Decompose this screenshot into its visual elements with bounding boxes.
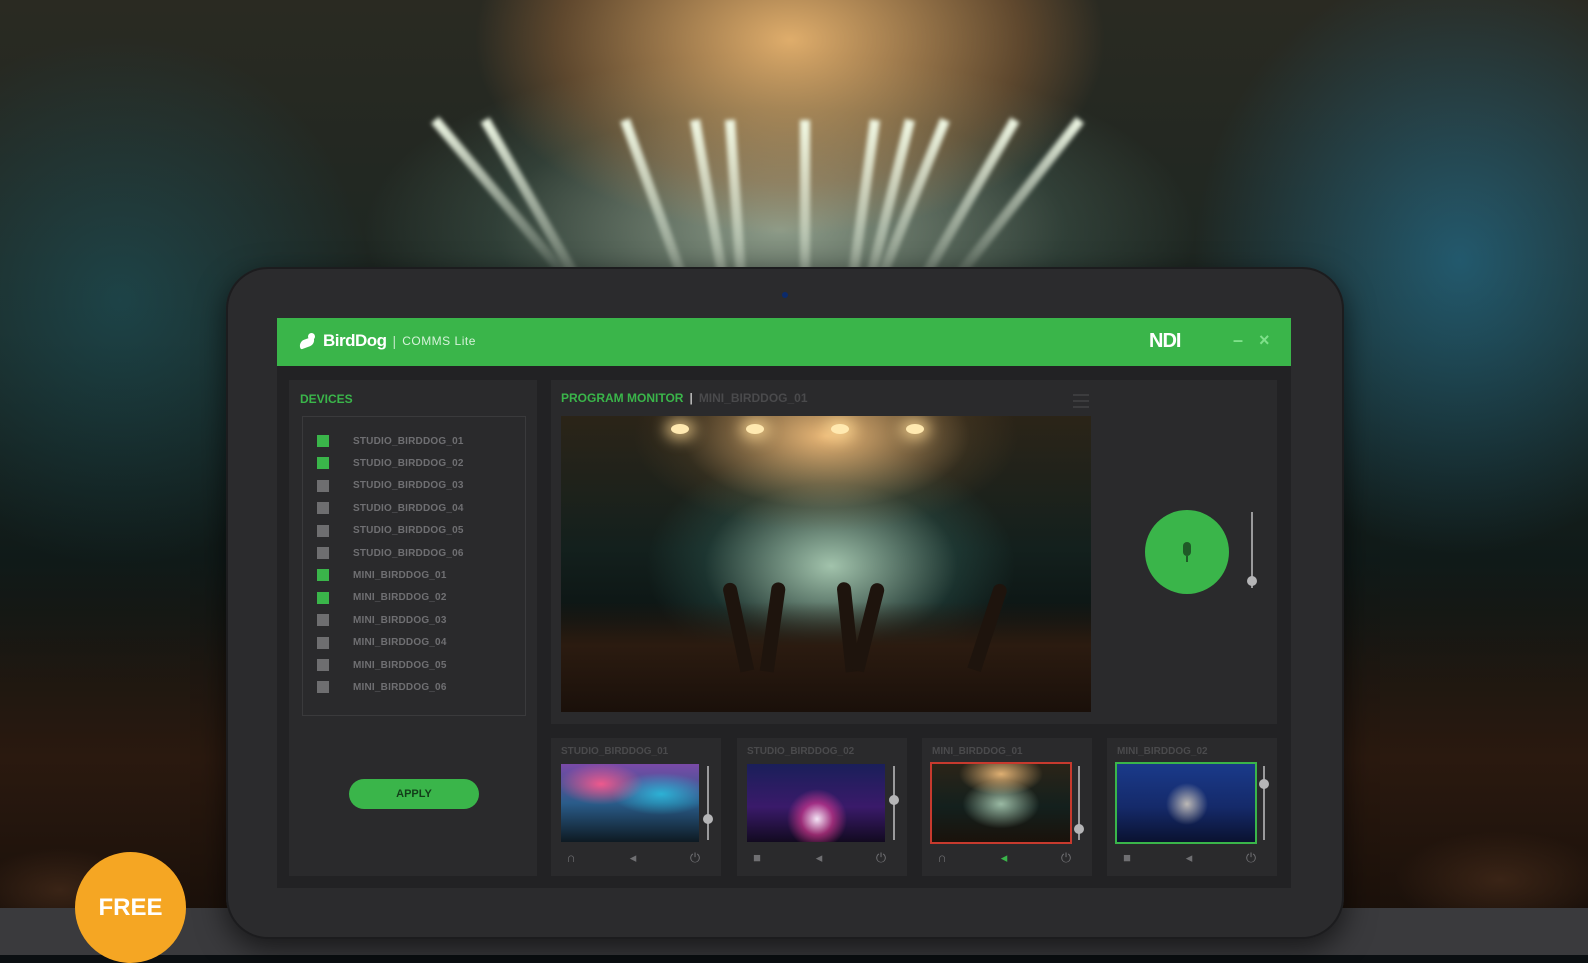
program-monitor-panel: PROGRAM MONITOR | MINI_BIRDDOG_01 bbox=[551, 380, 1277, 724]
device-checkbox[interactable] bbox=[317, 681, 329, 694]
source-controls: ∩ ◂ ⏻ bbox=[932, 850, 1076, 866]
speaker-icon[interactable]: ◂ bbox=[809, 850, 829, 866]
brand-name: BirdDog bbox=[323, 331, 387, 350]
power-icon[interactable]: ⏻ bbox=[1056, 850, 1076, 866]
devices-panel: DEVICES STUDIO_BIRDDOG_01 STUDIO_BIRDDOG_… bbox=[289, 380, 537, 876]
source-card[interactable]: STUDIO_BIRDDOG_01 ∩ ◂ ⏻ bbox=[551, 738, 721, 876]
source-thumbnail[interactable] bbox=[930, 762, 1072, 844]
device-row[interactable]: MINI_BIRDDOG_05 bbox=[317, 655, 447, 675]
device-label: MINI_BIRDDOG_03 bbox=[353, 614, 447, 626]
device-label: MINI_BIRDDOG_02 bbox=[353, 592, 447, 604]
minimize-button[interactable]: – bbox=[1233, 330, 1243, 351]
source-volume-knob[interactable] bbox=[1074, 823, 1084, 834]
power-icon[interactable]: ⏻ bbox=[871, 850, 891, 866]
device-label: MINI_BIRDDOG_06 bbox=[353, 681, 447, 693]
source-name: STUDIO_BIRDDOG_01 bbox=[561, 746, 669, 757]
source-thumbnail[interactable] bbox=[1115, 762, 1257, 844]
tablet-device: BirdDog | COMMS Lite NDI – × DEVICES STU… bbox=[226, 267, 1344, 939]
device-row[interactable]: STUDIO_BIRDDOG_03 bbox=[317, 476, 464, 496]
device-row[interactable]: STUDIO_BIRDDOG_05 bbox=[317, 521, 464, 541]
title-separator: | bbox=[392, 333, 397, 349]
source-volume-knob[interactable] bbox=[889, 794, 899, 805]
source-name: STUDIO_BIRDDOG_02 bbox=[747, 746, 855, 757]
device-row[interactable]: MINI_BIRDDOG_06 bbox=[317, 677, 447, 697]
source-thumbnail[interactable] bbox=[561, 764, 699, 842]
device-checkbox[interactable] bbox=[317, 502, 329, 515]
free-badge: FREE bbox=[75, 852, 186, 963]
source-name: MINI_BIRDDOG_01 bbox=[932, 746, 1023, 757]
source-controls: ■ ◂ ⏻ bbox=[1117, 850, 1261, 866]
device-checkbox[interactable] bbox=[317, 479, 329, 492]
source-card[interactable]: MINI_BIRDDOG_02 ■ ◂ ⏻ bbox=[1107, 738, 1277, 876]
device-checkbox[interactable] bbox=[317, 591, 329, 604]
app-logo: BirdDog | COMMS Lite bbox=[299, 331, 476, 351]
free-badge-label: FREE bbox=[98, 894, 163, 921]
device-label: MINI_BIRDDOG_04 bbox=[353, 637, 447, 649]
ndi-logo: NDI bbox=[1149, 330, 1181, 352]
device-checkbox[interactable] bbox=[317, 524, 329, 537]
program-divider: | bbox=[689, 391, 693, 405]
source-card[interactable]: STUDIO_BIRDDOG_02 ■ ◂ ⏻ bbox=[737, 738, 907, 876]
headset-icon[interactable]: ∩ bbox=[932, 850, 952, 866]
device-checkbox[interactable] bbox=[317, 547, 329, 559]
program-video bbox=[561, 416, 1091, 712]
device-row[interactable]: STUDIO_BIRDDOG_04 bbox=[317, 498, 464, 518]
device-checkbox[interactable] bbox=[317, 457, 329, 470]
title-bar: BirdDog | COMMS Lite NDI – × bbox=[277, 318, 1291, 366]
device-label: STUDIO_BIRDDOG_02 bbox=[353, 457, 464, 469]
program-monitor-label: PROGRAM MONITOR bbox=[561, 391, 684, 405]
program-monitor-header: PROGRAM MONITOR | MINI_BIRDDOG_01 bbox=[561, 391, 808, 405]
device-row[interactable]: STUDIO_BIRDDOG_02 bbox=[317, 453, 464, 473]
product-name: COMMS Lite bbox=[402, 334, 476, 348]
talk-button[interactable] bbox=[1145, 510, 1229, 594]
tablet-camera bbox=[782, 292, 788, 298]
device-checkbox[interactable] bbox=[317, 435, 329, 447]
speaker-icon[interactable]: ◂ bbox=[623, 850, 643, 866]
source-volume-knob[interactable] bbox=[1259, 778, 1269, 789]
device-checkbox[interactable] bbox=[317, 659, 329, 671]
power-icon[interactable]: ⏻ bbox=[685, 850, 705, 866]
device-row[interactable]: MINI_BIRDDOG_01 bbox=[317, 565, 447, 585]
source-card[interactable]: MINI_BIRDDOG_01 ∩ ◂ ⏻ bbox=[922, 738, 1092, 876]
camera-icon[interactable]: ■ bbox=[747, 850, 767, 866]
program-source-name: MINI_BIRDDOG_01 bbox=[698, 391, 808, 405]
device-row[interactable]: STUDIO_BIRDDOG_01 bbox=[317, 431, 464, 451]
speaker-icon[interactable]: ◂ bbox=[994, 850, 1014, 866]
device-label: STUDIO_BIRDDOG_03 bbox=[353, 480, 464, 492]
device-checkbox[interactable] bbox=[317, 636, 329, 649]
apply-button[interactable]: APPLY bbox=[349, 779, 479, 809]
comms-app-window: BirdDog | COMMS Lite NDI – × DEVICES STU… bbox=[277, 318, 1291, 888]
source-thumbnail[interactable] bbox=[747, 764, 885, 842]
device-checkbox[interactable] bbox=[317, 614, 329, 627]
device-label: STUDIO_BIRDDOG_04 bbox=[353, 502, 464, 514]
source-volume-slider[interactable] bbox=[707, 766, 709, 840]
device-row[interactable]: MINI_BIRDDOG_03 bbox=[317, 610, 447, 630]
device-row[interactable]: STUDIO_BIRDDOG_06 bbox=[317, 543, 464, 563]
source-volume-slider[interactable] bbox=[1263, 766, 1265, 840]
speaker-icon[interactable]: ◂ bbox=[1179, 850, 1199, 866]
device-label: MINI_BIRDDOG_05 bbox=[353, 659, 447, 671]
menu-icon[interactable] bbox=[1073, 394, 1089, 408]
camera-icon[interactable]: ■ bbox=[1117, 850, 1137, 866]
power-icon[interactable]: ⏻ bbox=[1241, 850, 1261, 866]
device-label: MINI_BIRDDOG_01 bbox=[353, 569, 447, 581]
devices-title: DEVICES bbox=[300, 392, 353, 406]
headset-icon[interactable]: ∩ bbox=[561, 850, 581, 866]
source-controls: ∩ ◂ ⏻ bbox=[561, 850, 705, 866]
close-button[interactable]: × bbox=[1259, 330, 1270, 351]
device-label: STUDIO_BIRDDOG_05 bbox=[353, 525, 464, 537]
source-volume-knob[interactable] bbox=[703, 814, 713, 824]
device-label: STUDIO_BIRDDOG_01 bbox=[353, 435, 464, 447]
master-volume-knob[interactable] bbox=[1247, 576, 1257, 586]
source-name: MINI_BIRDDOG_02 bbox=[1117, 746, 1208, 757]
device-list: STUDIO_BIRDDOG_01 STUDIO_BIRDDOG_02 STUDIO… bbox=[302, 416, 526, 716]
microphone-icon bbox=[1183, 542, 1191, 562]
device-row[interactable]: MINI_BIRDDOG_04 bbox=[317, 633, 447, 653]
birddog-logo-icon bbox=[299, 333, 317, 349]
device-checkbox[interactable] bbox=[317, 569, 329, 582]
device-label: STUDIO_BIRDDOG_06 bbox=[353, 547, 464, 559]
device-row[interactable]: MINI_BIRDDOG_02 bbox=[317, 588, 447, 608]
source-controls: ■ ◂ ⏻ bbox=[747, 850, 891, 866]
